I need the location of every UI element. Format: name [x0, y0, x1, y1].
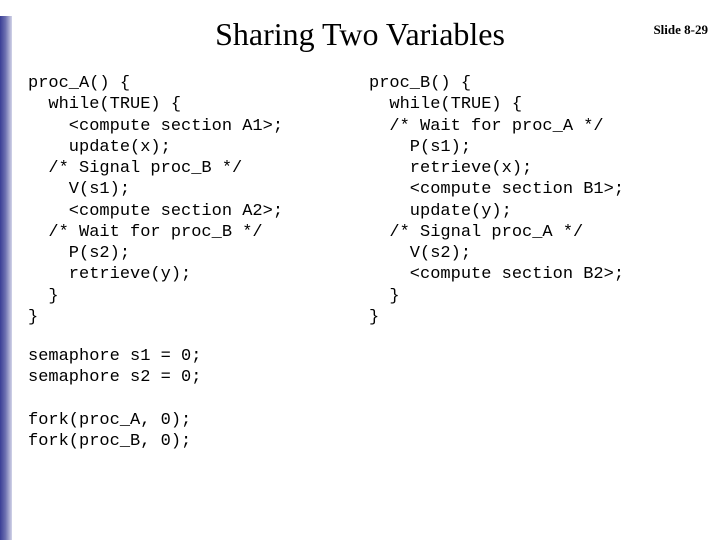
proc-a-code: proc_A() { while(TRUE) { <compute sectio…: [28, 73, 369, 328]
left-accent-bar: [0, 16, 12, 540]
slide-number: Slide 8-29: [653, 22, 708, 38]
code-columns: proc_A() { while(TRUE) { <compute sectio…: [0, 73, 720, 328]
page-title: Sharing Two Variables: [0, 16, 720, 53]
proc-b-code: proc_B() { while(TRUE) { /* Wait for pro…: [369, 73, 710, 328]
init-code: semaphore s1 = 0; semaphore s2 = 0; fork…: [0, 346, 720, 452]
